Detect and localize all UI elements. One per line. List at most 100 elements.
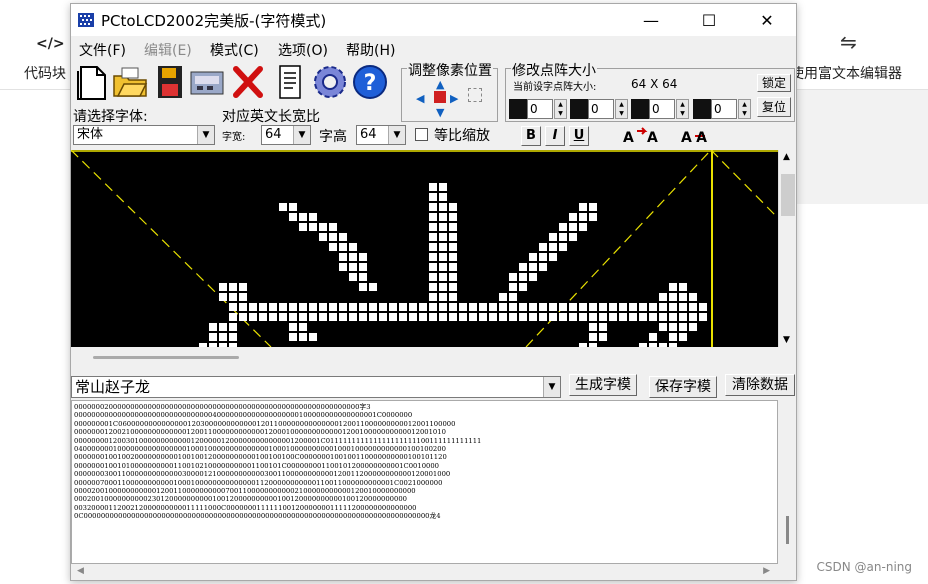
matrix-dot: [429, 313, 437, 321]
output-vertical-scrollbar[interactable]: [778, 400, 796, 564]
bottom-spinner-updown[interactable]: ▲ ▼: [738, 99, 751, 119]
matrix-dot: [239, 313, 247, 321]
reset-position-icon[interactable]: [468, 88, 482, 102]
code-block-label[interactable]: 代码块: [24, 63, 66, 83]
menu-file[interactable]: 文件(F): [79, 40, 126, 60]
left-spinner-updown[interactable]: ▲ ▼: [554, 99, 567, 119]
chevron-down-icon[interactable]: ▼: [197, 126, 214, 144]
matrix-dot: [449, 283, 457, 291]
char-width-select[interactable]: 64 ▼: [261, 125, 311, 145]
output-text-area[interactable]: 0000000200000000000000000000000000000000…: [71, 400, 778, 564]
matrix-dot: [339, 303, 347, 311]
menu-mode[interactable]: 模式(C): [210, 40, 259, 60]
scroll-left-icon[interactable]: ◀: [77, 566, 84, 576]
char-height-select[interactable]: 64 ▼: [356, 125, 406, 145]
clear-button[interactable]: 清除数据: [725, 374, 795, 396]
matrix-dot: [629, 313, 637, 321]
matrix-dot: [569, 313, 577, 321]
notes-icon[interactable]: [271, 62, 309, 102]
scale-checkbox[interactable]: [415, 128, 428, 141]
scroll-right-icon[interactable]: ▶: [763, 566, 770, 576]
close-button[interactable]: ✕: [738, 4, 796, 36]
menu-options[interactable]: 选项(O): [278, 40, 328, 60]
text-input[interactable]: 常山赵子龙 ▼: [71, 376, 561, 398]
matrix-dot: [539, 243, 547, 251]
top-spinner-value[interactable]: 0: [588, 99, 614, 119]
right-spinner-updown[interactable]: ▲ ▼: [676, 99, 689, 119]
bold-button[interactable]: B: [521, 126, 541, 146]
restore-button[interactable]: 复位: [757, 97, 791, 117]
right-spinner-value[interactable]: 0: [649, 99, 675, 119]
output-horizontal-scrollbar[interactable]: ◀ ▶: [71, 564, 796, 580]
matrix-dot: [649, 313, 657, 321]
shrink-top-icon[interactable]: [570, 99, 588, 119]
delete-x-icon[interactable]: [229, 62, 267, 102]
maximize-button[interactable]: ☐: [680, 4, 738, 36]
new-file-icon[interactable]: [73, 62, 111, 102]
window-title: PCtoLCD2002完美版-(字符模式): [101, 12, 327, 30]
chevron-down-icon[interactable]: ▼: [543, 377, 560, 397]
matrix-dot: [689, 323, 697, 331]
matrix-dot: [289, 303, 297, 311]
bottom-spinner-value[interactable]: 0: [711, 99, 737, 119]
left-spinner-value[interactable]: 0: [527, 99, 553, 119]
top-spinner-updown[interactable]: ▲ ▼: [615, 99, 628, 119]
swap-icon[interactable]: ⇋: [840, 30, 857, 54]
font-select[interactable]: 宋体 ▼: [73, 125, 215, 145]
underline-button[interactable]: U: [569, 126, 589, 146]
dot-matrix-preview[interactable]: [71, 150, 778, 347]
svg-text:A: A: [681, 130, 692, 146]
preview-horizontal-scrollbar[interactable]: [71, 347, 796, 371]
save-font-button[interactable]: 保存字模: [649, 376, 717, 398]
lock-button[interactable]: 锁定: [757, 74, 791, 92]
shrink-bottom-icon[interactable]: [693, 99, 711, 119]
scan-icon[interactable]: [189, 62, 227, 102]
center-icon[interactable]: [434, 91, 446, 103]
matrix-dot: [669, 323, 677, 331]
move-left-icon[interactable]: ◀: [416, 92, 424, 105]
chevron-down-icon[interactable]: ▼: [293, 126, 310, 144]
rotate-icon[interactable]: AA: [621, 125, 667, 147]
matrix-dot: [359, 263, 367, 271]
matrix-dot: [349, 273, 357, 281]
matrix-dot: [399, 303, 407, 311]
settings-gear-icon[interactable]: [311, 62, 349, 102]
code-block-icon[interactable]: </>: [36, 36, 65, 52]
save-disk-icon[interactable]: [151, 62, 189, 102]
matrix-dot: [559, 243, 567, 251]
rich-text-editor-label[interactable]: 使用富文本编辑器: [790, 63, 902, 83]
move-up-icon[interactable]: ▲: [436, 78, 444, 91]
move-down-icon[interactable]: ▼: [436, 106, 444, 119]
matrix-dot: [429, 233, 437, 241]
matrix-dot: [289, 213, 297, 221]
generate-button[interactable]: 生成字模: [569, 374, 637, 396]
scroll-down-icon[interactable]: ▼: [783, 335, 790, 345]
chevron-down-icon[interactable]: ▼: [388, 126, 405, 144]
scroll-up-icon[interactable]: ▲: [783, 152, 790, 162]
move-right-icon[interactable]: ▶: [450, 92, 458, 105]
flip-icon[interactable]: AA: [679, 125, 725, 147]
italic-button[interactable]: I: [545, 126, 565, 146]
minimize-button[interactable]: —: [622, 4, 680, 36]
matrix-dot: [409, 313, 417, 321]
open-folder-icon[interactable]: [111, 62, 149, 102]
shrink-right-icon[interactable]: [631, 99, 649, 119]
title-bar[interactable]: PCtoLCD2002完美版-(字符模式) — ☐ ✕: [71, 4, 796, 36]
matrix-dot: [549, 253, 557, 261]
matrix-dot: [229, 283, 237, 291]
matrix-dot: [409, 303, 417, 311]
matrix-dot: [609, 313, 617, 321]
matrix-dot: [249, 303, 257, 311]
horizontal-scroll-thumb[interactable]: [93, 356, 239, 359]
menu-help[interactable]: 帮助(H): [346, 40, 395, 60]
matrix-dot: [359, 303, 367, 311]
preview-vertical-scrollbar[interactable]: ▲ ▼: [778, 150, 796, 347]
dot-matrix-canvas[interactable]: [71, 150, 778, 347]
help-icon[interactable]: ?: [351, 62, 389, 102]
output-scroll-thumb[interactable]: [786, 516, 789, 544]
shrink-left-icon[interactable]: [509, 99, 527, 119]
menu-edit[interactable]: 编辑(E): [144, 40, 192, 60]
scroll-thumb[interactable]: [781, 174, 795, 216]
matrix-dot: [329, 223, 337, 231]
matrix-dot: [319, 313, 327, 321]
